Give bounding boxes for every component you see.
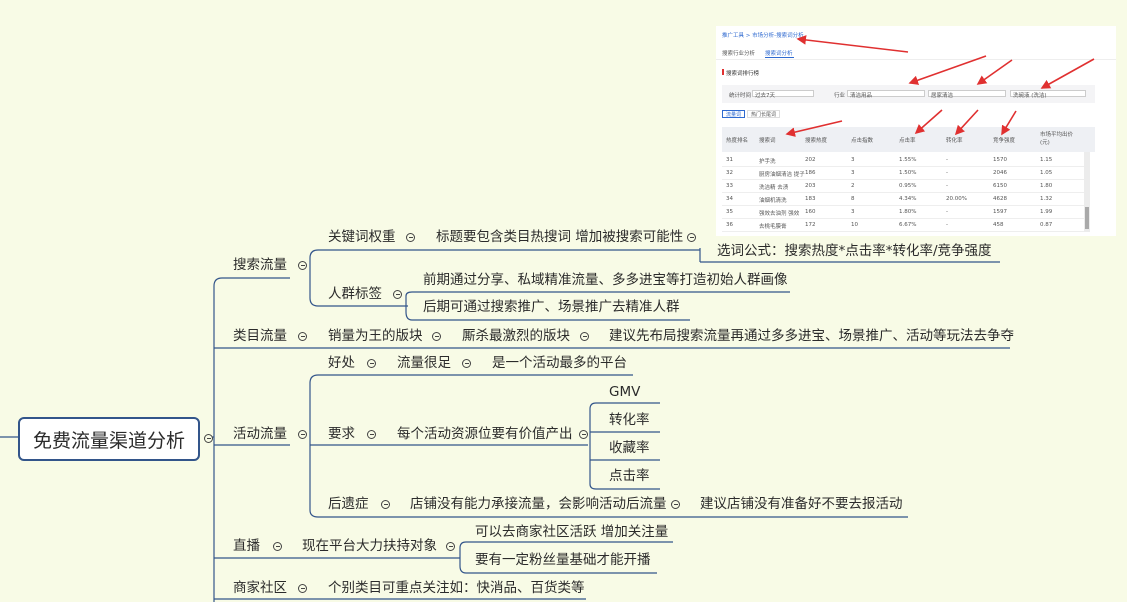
arrow-cvr: [954, 109, 979, 136]
collapse-toggle[interactable]: [462, 359, 471, 368]
collapse-toggle[interactable]: [367, 430, 376, 439]
node-requirement[interactable]: 要求: [328, 427, 355, 442]
collapse-toggle[interactable]: [298, 261, 307, 270]
collapse-toggle[interactable]: [367, 359, 376, 368]
collapse-toggle[interactable]: [298, 332, 307, 341]
node-live-2[interactable]: 要有一定粉丝量基础才能开播: [475, 553, 651, 568]
collapse-toggle[interactable]: [298, 430, 307, 439]
collapse-toggle[interactable]: [446, 542, 455, 551]
node-benefit-1[interactable]: 流量很足: [397, 356, 451, 371]
collapse-toggle[interactable]: [204, 434, 213, 443]
node-aftereffect-2[interactable]: 建议店铺没有准备好不要去报活动: [700, 497, 903, 512]
node-benefit[interactable]: 好处: [328, 356, 355, 371]
node-aftereffect-1[interactable]: 店铺没有能力承接流量，会影响活动后流量: [410, 497, 667, 512]
embedded-screenshot: 推广工具 > 市场分析-搜索词分析 搜索行业分析 搜索词分析 搜索词排行榜 统计…: [716, 26, 1116, 236]
collapse-toggle[interactable]: [432, 332, 441, 341]
node-keyword-formula[interactable]: 选词公式：搜索热度*点击率*转化率/竞争强度: [717, 244, 992, 259]
arrow-third: [1040, 58, 1095, 89]
node-community[interactable]: 商家社区: [233, 581, 287, 596]
collapse-toggle[interactable]: [579, 430, 588, 439]
node-keyword-detail[interactable]: 标题要包含类目热搜词 增加被搜索可能性: [436, 230, 683, 245]
arrow-industry: [908, 55, 987, 85]
node-search-traffic[interactable]: 搜索流量: [233, 258, 287, 273]
node-requirement-detail[interactable]: 每个活动资源位要有价值产出: [397, 427, 573, 442]
node-category-2[interactable]: 厮杀最激烈的版块: [462, 329, 570, 344]
node-aftereffect[interactable]: 后遗症: [328, 497, 369, 512]
annotation-arrows: [785, 35, 1095, 137]
node-crowd-later[interactable]: 后期可通过搜索推广、场景推广去精准人群: [423, 300, 680, 315]
arrow-ctr: [914, 109, 943, 135]
collapse-toggle[interactable]: [273, 542, 282, 551]
node-metric-favorite[interactable]: 收藏率: [609, 441, 650, 456]
node-live[interactable]: 直播: [233, 539, 260, 554]
collapse-toggle[interactable]: [671, 500, 680, 509]
node-live-1[interactable]: 可以去商家社区活跃 增加关注量: [475, 525, 668, 540]
node-crowd-tag[interactable]: 人群标签: [328, 287, 382, 302]
collapse-toggle[interactable]: [393, 290, 402, 299]
collapse-toggle[interactable]: [406, 233, 415, 242]
collapse-toggle[interactable]: [687, 233, 696, 242]
node-activity-traffic[interactable]: 活动流量: [233, 427, 287, 442]
collapse-toggle[interactable]: [580, 332, 589, 341]
node-category-1[interactable]: 销量为王的版块: [328, 329, 423, 344]
node-crowd-early[interactable]: 前期通过分享、私域精准流量、多多进宝等打造初始人群画像: [423, 273, 788, 288]
node-metric-click[interactable]: 点击率: [609, 469, 650, 484]
arrow-keyword: [785, 120, 843, 137]
node-community-detail[interactable]: 个别类目可重点关注如：快消品、百货类等: [328, 581, 585, 596]
arrow-breadcrumb: [796, 35, 909, 53]
root-node[interactable]: 免费流量渠道分析: [18, 417, 200, 461]
root-label: 免费流量渠道分析: [32, 429, 185, 452]
node-metric-gmv[interactable]: GMV: [609, 385, 640, 400]
collapse-toggle[interactable]: [298, 584, 307, 593]
arrow-competition: [1001, 110, 1017, 136]
node-benefit-2[interactable]: 是一个活动最多的平台: [492, 356, 627, 371]
node-category-traffic[interactable]: 类目流量: [233, 329, 287, 344]
node-category-3[interactable]: 建议先布局搜索流量再通过多多进宝、场景推广、活动等玩法去争夺: [609, 329, 1014, 344]
node-keyword-weight[interactable]: 关键词权重: [328, 230, 396, 245]
arrow-subcategory: [976, 59, 1013, 85]
node-metric-conversion[interactable]: 转化率: [609, 413, 650, 428]
collapse-toggle[interactable]: [381, 500, 390, 509]
node-live-detail[interactable]: 现在平台大力扶持对象: [302, 539, 437, 554]
